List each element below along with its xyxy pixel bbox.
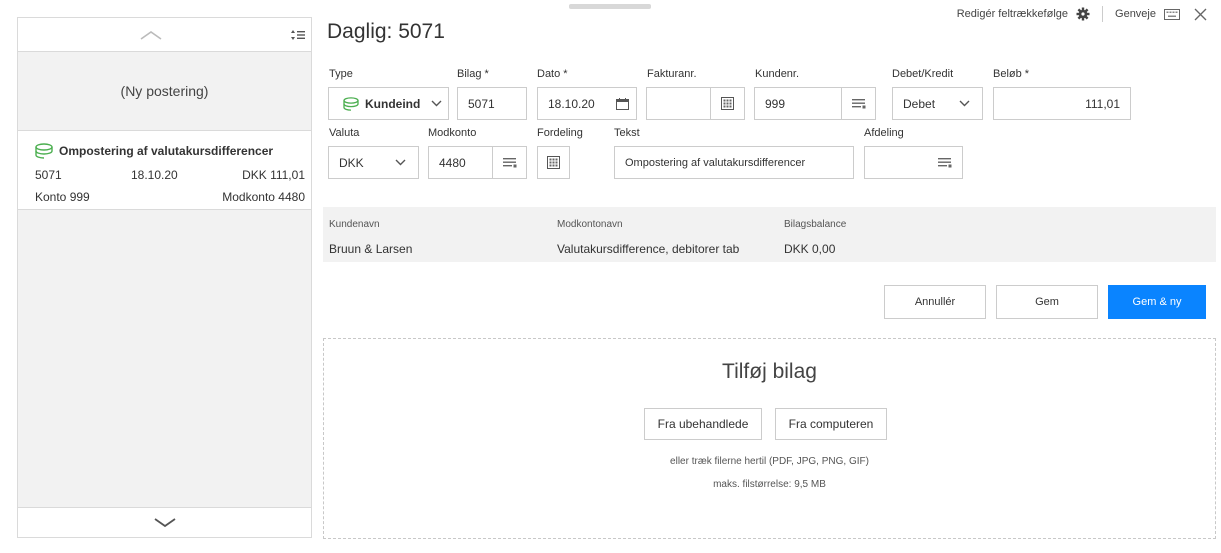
grid-lookup-icon — [721, 97, 734, 110]
from-unprocessed-button[interactable]: Fra ubehandlede — [644, 408, 762, 440]
from-computer-button[interactable]: Fra computeren — [775, 408, 887, 440]
invoice-lookup-button[interactable] — [710, 88, 744, 119]
chevron-down-icon — [153, 517, 176, 527]
debet-kredit-select[interactable]: Debet — [892, 87, 983, 120]
contra-account-value: 4480 — [439, 155, 466, 170]
list-lookup-icon — [938, 157, 952, 167]
text-input[interactable]: Ompostering af valutakursdifferencer — [614, 146, 854, 179]
entry-date: 18.10.20 — [131, 168, 178, 182]
entry-contra-account: Modkonto 4480 — [222, 190, 305, 204]
entries-sidebar: (Ny postering) Ompostering af valutakurs… — [17, 17, 312, 538]
customer-number-value: 999 — [765, 96, 786, 111]
page-title: Daglig: 5071 — [327, 20, 445, 43]
list-lookup-icon — [851, 98, 865, 108]
keyboard-icon[interactable] — [1164, 8, 1180, 20]
calendar-icon — [615, 97, 629, 110]
scroll-down-button[interactable] — [18, 507, 311, 537]
dato-label: Dato * — [537, 68, 568, 80]
contra-account-input[interactable]: 4480 — [428, 146, 527, 179]
max-file-size-note: maks. filstørrelse: 9,5 MB — [713, 479, 826, 490]
entry-title-row: Ompostering af valutakursdifferencer — [35, 143, 273, 159]
currency-value: DKK — [339, 155, 364, 170]
contra-account-name-label: Modkontonavn — [557, 219, 623, 230]
bilag-label: Bilag * — [457, 68, 489, 80]
bilag-value: 5071 — [468, 96, 495, 111]
cancel-button[interactable]: Annullér — [884, 285, 986, 319]
new-posting-label: (Ny postering) — [120, 83, 209, 99]
bilag-input[interactable]: 5071 — [457, 87, 527, 120]
belob-label: Beløb * — [993, 68, 1030, 80]
close-icon[interactable] — [1194, 8, 1207, 21]
drag-files-note: eller træk filerne hertil (PDF, JPG, PNG… — [670, 456, 869, 467]
voucher-balance-label: Bilagsbalance — [784, 219, 847, 230]
sort-button[interactable] — [284, 18, 311, 51]
info-summary-band: Kundenavn Bruun & Larsen Modkontonavn Va… — [323, 207, 1216, 262]
afdeling-label: Afdeling — [864, 127, 904, 139]
valuta-label: Valuta — [329, 127, 360, 139]
amount-input[interactable]: 111,01 — [993, 87, 1131, 120]
entry-number: 5071 — [35, 168, 62, 182]
invoice-number-input[interactable] — [646, 87, 745, 120]
type-value: Kundeind — [365, 96, 421, 111]
edit-field-order-link[interactable]: Redigér feltrækkefølge — [957, 8, 1068, 20]
customer-number-input[interactable]: 999 — [754, 87, 876, 120]
customer-payment-icon — [343, 96, 359, 111]
chevron-down-icon — [388, 159, 412, 166]
save-button[interactable]: Gem — [996, 285, 1098, 319]
distribution-button[interactable] — [537, 146, 570, 179]
chevron-down-icon — [952, 100, 976, 107]
scroll-up-button[interactable] — [18, 18, 284, 51]
customer-name-value: Bruun & Larsen — [329, 242, 413, 256]
new-posting-item[interactable]: (Ny postering) — [18, 52, 311, 130]
fordeling-label: Fordeling — [537, 127, 583, 139]
tekst-label: Tekst — [614, 127, 640, 139]
top-toolbar: Redigér feltrækkefølge Genveje — [957, 6, 1207, 22]
debet-kredit-value: Debet — [903, 96, 936, 111]
amount-value: 111,01 — [1085, 96, 1120, 111]
toolbar-divider — [1102, 6, 1104, 22]
entry-amount: DKK 111,01 — [242, 168, 305, 182]
modkonto-label: Modkonto — [428, 127, 477, 139]
customer-payment-icon — [35, 143, 53, 159]
attachment-title: Tilføj bilag — [722, 360, 817, 383]
list-item[interactable]: Ompostering af valutakursdifferencer 507… — [18, 130, 311, 210]
debet-kredit-label: Debet/Kredit — [892, 68, 954, 80]
contra-account-lookup-button[interactable] — [492, 147, 526, 178]
shortcuts-link[interactable]: Genveje — [1115, 8, 1156, 20]
voucher-balance-value: DKK 0,00 — [784, 242, 836, 256]
chevron-down-icon — [424, 100, 448, 107]
list-lookup-icon — [502, 157, 516, 167]
customer-lookup-button[interactable] — [841, 88, 875, 119]
faktura-label: Fakturanr. — [647, 68, 697, 80]
kundenr-label: Kundenr. — [755, 68, 800, 80]
gear-icon[interactable] — [1076, 7, 1090, 21]
type-label: Type — [329, 68, 353, 80]
type-select[interactable]: Kundeind — [328, 87, 449, 120]
text-value: Ompostering af valutakursdifferencer — [625, 156, 806, 169]
contra-account-name-value: Valutakursdifference, debitorer tab — [557, 242, 740, 256]
chevron-up-icon — [140, 30, 162, 40]
grid-lookup-icon — [547, 156, 560, 169]
entry-account: Konto 999 — [35, 190, 90, 204]
date-value: 18.10.20 — [548, 96, 595, 111]
date-input[interactable]: 18.10.20 — [537, 87, 637, 120]
drag-handle[interactable] — [569, 4, 651, 9]
department-lookup-button[interactable] — [928, 147, 962, 178]
attachment-drop-zone[interactable]: Tilføj bilag Fra ubehandlede Fra compute… — [323, 338, 1216, 539]
currency-select[interactable]: DKK — [328, 146, 419, 179]
department-input[interactable] — [864, 146, 963, 179]
save-and-new-button[interactable]: Gem & ny — [1108, 285, 1206, 319]
entry-title: Ompostering af valutakursdifferencer — [59, 144, 274, 158]
calendar-button[interactable] — [608, 97, 636, 110]
customer-name-label: Kundenavn — [329, 219, 380, 230]
sort-icon — [290, 29, 305, 40]
sidebar-top-bar — [18, 18, 311, 52]
